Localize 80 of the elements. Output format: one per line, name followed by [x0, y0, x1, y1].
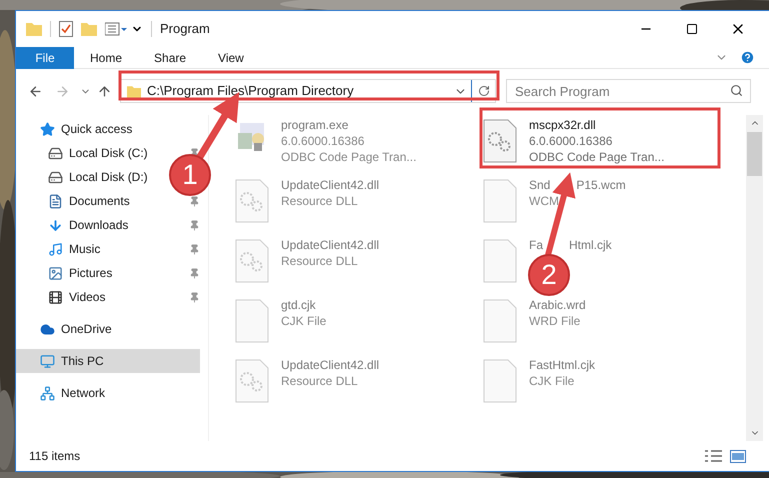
file-name: Fa: [529, 237, 544, 253]
file-detail: 6.0.6000.16386: [281, 133, 364, 149]
window-title: Program: [160, 20, 210, 38]
music-icon: [48, 242, 63, 256]
file-icon: [234, 299, 270, 343]
sidebar-item[interactable]: Pictures: [16, 261, 118, 285]
file-icon: [482, 179, 518, 223]
checklist-icon[interactable]: [59, 21, 73, 37]
file-name: UpdateClient42.dll: [281, 177, 380, 193]
file-detail: Resource DLL: [281, 253, 358, 269]
file-name: program.exe: [281, 117, 348, 133]
up-icon[interactable]: [97, 84, 112, 98]
search-field[interactable]: Search Program: [506, 79, 751, 103]
sidebar-item[interactable]: OneDrive: [16, 317, 118, 341]
file-detail: ODBC Code Page Tran...: [529, 149, 664, 165]
sidebar-item[interactable]: Videos: [16, 285, 112, 309]
file-detail: CJK File: [529, 373, 574, 389]
sidebar-item[interactable]: Documents: [16, 189, 136, 213]
drive-icon: [48, 170, 63, 184]
sidebar-item[interactable]: Local Disk (D:): [16, 165, 154, 189]
sidebar-item[interactable]: Quick access: [16, 117, 138, 141]
sidebar-item[interactable]: Downloads: [16, 213, 134, 237]
sidebar-item[interactable]: Network: [16, 381, 112, 405]
maximize-icon: [686, 23, 698, 35]
sidebar-item[interactable]: Local Disk (C:): [16, 141, 154, 165]
file-icon: [482, 239, 518, 283]
ribbon-tab[interactable]: Share: [138, 46, 202, 68]
file-detail: Resource DLL: [281, 193, 358, 209]
ribbon-tab[interactable]: Home: [74, 46, 138, 68]
file-detail: ODBC Code Page Tran...: [281, 149, 416, 165]
gear-file-icon: [234, 239, 270, 283]
file-name: Html.cjk: [569, 237, 612, 253]
pin-icon[interactable]: [189, 220, 200, 230]
gear-file-icon: [482, 119, 518, 163]
large-icons-view-icon[interactable]: [730, 450, 746, 462]
pin-icon[interactable]: [189, 292, 200, 302]
cloud-icon: [40, 322, 55, 336]
file-name: Snd: [529, 177, 550, 193]
address-field[interactable]: C:\Program Files\Program Directory: [120, 79, 496, 103]
file-name: mscpx32r.dll: [529, 117, 596, 133]
search-icon: [730, 84, 743, 97]
sidebar-item[interactable]: This PC: [16, 349, 200, 373]
gear-file-icon: [234, 179, 270, 223]
sidebar-item[interactable]: Music: [16, 237, 106, 261]
scrollbar[interactable]: [746, 115, 763, 441]
file-detail: CJK File: [281, 313, 326, 329]
file-name: FastHtml.cjk: [529, 357, 595, 373]
file-detail: 6.0.6000.16386: [529, 133, 612, 149]
pin-icon[interactable]: [189, 196, 200, 206]
folder-icon: [127, 84, 141, 98]
file-detail: WCM: [529, 193, 559, 209]
properties-icon[interactable]: [105, 22, 127, 36]
network-icon: [40, 386, 55, 400]
details-view-icon[interactable]: [705, 450, 722, 462]
film-icon: [48, 290, 63, 304]
gear-file-icon: [234, 359, 270, 403]
file-name: UpdateClient42.dll: [281, 237, 380, 253]
file-name: UpdateClient42.dll: [281, 357, 380, 373]
file-detail: WRD File: [529, 313, 580, 329]
refresh-icon[interactable]: [478, 85, 490, 97]
help-icon[interactable]: [740, 50, 755, 65]
ribbon-tab[interactable]: View: [202, 46, 260, 68]
file-name: P15.wcm: [576, 177, 626, 193]
item-count: 115 items: [29, 448, 82, 465]
picture-icon: [48, 266, 63, 280]
drive-icon: [48, 146, 63, 160]
back-icon[interactable]: [28, 84, 43, 98]
file-name: gtd.cjk: [281, 297, 316, 313]
star-icon: [40, 122, 55, 136]
download-icon: [48, 218, 63, 232]
file-detail: Resource DLL: [281, 373, 358, 389]
scrollbar-thumb[interactable]: [747, 132, 762, 176]
pin-icon[interactable]: [189, 268, 200, 278]
file-icon: [482, 359, 518, 403]
pin-icon[interactable]: [189, 244, 200, 254]
monitor-icon: [40, 354, 55, 368]
document-icon: [48, 194, 63, 208]
file-name: Arabic.wrd: [529, 297, 586, 313]
file-icon: [482, 299, 518, 343]
ribbon-tab[interactable]: File: [16, 46, 74, 68]
